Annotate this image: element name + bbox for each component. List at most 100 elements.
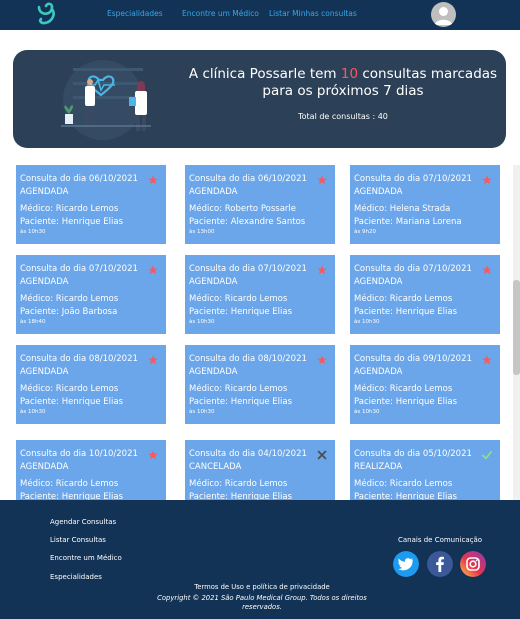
appointment-doctor: Médico: Ricardo Lemos: [20, 294, 119, 304]
check-icon[interactable]: [482, 450, 492, 460]
appointment-time: às 10h30: [189, 319, 215, 325]
appointment-doctor: Médico: Ricardo Lemos: [189, 294, 288, 304]
appointment-patient: Paciente: Henrique Elias: [20, 396, 124, 407]
footer: Agendar Consultas Listar Consultas Encon…: [0, 500, 520, 619]
appointment-doctor: Médico: Ricardo Lemos: [20, 204, 119, 214]
appointment-card[interactable]: Consulta do dia 04/10/2021 CANCELADA Médic…: [185, 440, 335, 500]
appointment-time: às 13h00: [189, 229, 215, 235]
scrollbar[interactable]: [513, 165, 520, 500]
appointment-status: AGENDADA: [354, 277, 403, 287]
appointment-time: às 18h40: [20, 319, 46, 325]
appointment-patient: Paciente: Henrique Elias: [189, 306, 293, 317]
appointment-date: Consulta do dia 07/10/2021: [20, 264, 138, 274]
nav-listar-consultas[interactable]: Listar Minhas consultas: [269, 9, 357, 18]
facebook-icon[interactable]: [427, 551, 453, 577]
user-avatar-icon[interactable]: [431, 2, 456, 27]
appointment-date: Consulta do dia 06/10/2021: [189, 174, 307, 184]
appointment-doctor: Médico: Ricardo Lemos: [354, 384, 453, 394]
appointment-date: Consulta do dia 09/10/2021: [354, 354, 472, 364]
appointment-patient: Paciente: Alexandre Santos: [189, 216, 306, 227]
appointment-status: AGENDADA: [20, 367, 69, 377]
scrollbar-thumb[interactable]: [513, 280, 520, 375]
appointment-patient: Paciente: João Barbosa: [20, 306, 118, 317]
appointment-card[interactable]: Consulta do dia 07/10/2021 AGENDADA Médico…: [350, 255, 500, 334]
appointment-status: AGENDADA: [189, 367, 238, 377]
appointment-doctor: Médico: Ricardo Lemos: [189, 384, 288, 394]
close-icon[interactable]: [317, 450, 327, 460]
star-icon[interactable]: [148, 265, 158, 275]
appointment-date: Consulta do dia 07/10/2021: [354, 264, 472, 274]
appointment-time: às 10h30: [189, 409, 215, 415]
appointment-time: às 10h30: [20, 409, 46, 415]
instagram-icon[interactable]: [460, 551, 486, 577]
star-icon[interactable]: [317, 265, 327, 275]
terms-link[interactable]: Termos de Uso e política de privacidade: [150, 583, 374, 591]
appointment-date: Consulta do dia 08/10/2021: [20, 354, 138, 364]
appointment-card[interactable]: Consulta do dia 09/10/2021 AGENDADA Médico…: [350, 345, 500, 424]
appointment-status: AGENDADA: [20, 187, 69, 197]
star-icon[interactable]: [317, 355, 327, 365]
appointment-patient: Paciente: Henrique Elias: [354, 306, 458, 317]
appointment-card[interactable]: Consulta do dia 06/10/2021 AGENDADA Médico…: [185, 165, 335, 244]
headline-text: A clínica Possarle tem: [188, 66, 341, 82]
star-icon[interactable]: [482, 355, 492, 365]
appointment-doctor: Médico: Roberto Possarle: [189, 204, 297, 214]
appointment-doctor: Médico: Ricardo Lemos: [354, 294, 453, 304]
appointment-card[interactable]: Consulta do dia 07/10/2021 AGENDADA Médico…: [350, 165, 500, 244]
appointment-card[interactable]: Consulta do dia 07/10/2021 AGENDADA Médico…: [16, 255, 166, 334]
appointment-time: às 10h30: [354, 409, 380, 415]
appointment-patient: Paciente: Henrique Elias: [20, 216, 124, 227]
appointment-patient: Paciente: Henrique Elias: [354, 396, 458, 407]
appointment-status: REALIZADA: [354, 462, 403, 472]
star-icon[interactable]: [148, 450, 158, 460]
appointment-status: AGENDADA: [354, 187, 403, 197]
star-icon[interactable]: [148, 355, 158, 365]
appointment-card[interactable]: Consulta do dia 08/10/2021 AGENDADA Médico…: [16, 345, 166, 424]
footer-listar-consultas[interactable]: Listar Consultas: [50, 536, 106, 544]
appointment-date: Consulta do dia 07/10/2021: [189, 264, 307, 274]
appointment-card[interactable]: Consulta do dia 06/10/2021 AGENDADA Médico…: [16, 165, 166, 244]
summary-banner: A clínica Possarle tem 10 consultas marc…: [13, 50, 506, 148]
appointment-date: Consulta do dia 04/10/2021: [189, 449, 307, 459]
appointment-time: às 10h30: [354, 319, 380, 325]
appointment-patient: Paciente: Henrique Elias: [20, 491, 124, 501]
appointment-doctor: Médico: Ricardo Lemos: [354, 479, 453, 489]
total-consultations: Total de consultas : 40: [298, 112, 388, 121]
top-navbar: Especialidades Encontre um Médico Listar…: [0, 0, 520, 30]
footer-agendar-consultas[interactable]: Agendar Consultas: [50, 518, 116, 526]
doctors-illustration: [61, 60, 151, 140]
footer-especialidades[interactable]: Especialidades: [50, 573, 102, 581]
star-icon[interactable]: [482, 265, 492, 275]
appointment-date: Consulta do dia 06/10/2021: [20, 174, 138, 184]
appointment-card[interactable]: Consulta do dia 10/10/2021 AGENDADA Médico…: [16, 440, 166, 500]
appointment-card[interactable]: Consulta do dia 05/10/2021 REALIZADA Médic…: [350, 440, 500, 500]
banner-headline: A clínica Possarle tem 10 consultas marc…: [183, 66, 503, 100]
appointment-doctor: Médico: Ricardo Lemos: [189, 479, 288, 489]
appointment-card[interactable]: Consulta do dia 07/10/2021 AGENDADA Médico…: [185, 255, 335, 334]
appointment-status: AGENDADA: [20, 277, 69, 287]
appointment-doctor: Médico: Helena Strada: [354, 204, 451, 214]
appointment-patient: Paciente: Mariana Lorena: [354, 216, 462, 227]
appointment-status: CANCELADA: [189, 462, 242, 472]
appointment-status: AGENDADA: [189, 187, 238, 197]
appointment-time: às 10h30: [20, 229, 46, 235]
appointment-date: Consulta do dia 10/10/2021: [20, 449, 138, 459]
appointment-time: às 9h20: [354, 229, 376, 235]
star-icon[interactable]: [148, 175, 158, 185]
appointments-grid: Consulta do dia 06/10/2021 AGENDADA Médico…: [0, 160, 512, 500]
scheduled-count: 10: [340, 66, 359, 82]
appointment-status: AGENDADA: [189, 277, 238, 287]
star-icon[interactable]: [482, 175, 492, 185]
nav-encontre-medico[interactable]: Encontre um Médico: [182, 9, 259, 18]
appointment-patient: Paciente: Henrique Elias: [189, 491, 293, 501]
appointment-card[interactable]: Consulta do dia 08/10/2021 AGENDADA Médico…: [185, 345, 335, 424]
appointment-patient: Paciente: Henrique Elias: [189, 396, 293, 407]
twitter-icon[interactable]: [393, 551, 419, 577]
nav-especialidades[interactable]: Especialidades: [107, 9, 163, 18]
appointment-status: AGENDADA: [354, 367, 403, 377]
logo-icon[interactable]: [34, 2, 60, 28]
appointment-date: Consulta do dia 05/10/2021: [354, 449, 472, 459]
footer-encontre-medico[interactable]: Encontre um Médico: [50, 554, 122, 562]
appointment-doctor: Médico: Ricardo Lemos: [20, 479, 119, 489]
star-icon[interactable]: [317, 175, 327, 185]
